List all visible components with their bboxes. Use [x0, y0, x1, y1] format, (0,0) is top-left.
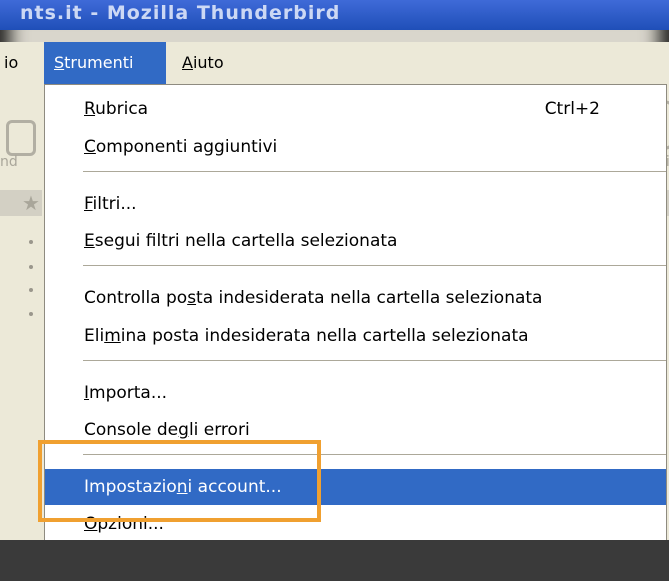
- menu-item-esegui-filtri[interactable]: Esegui filtri nella cartella selezionata: [45, 226, 666, 256]
- label-part: Eli: [84, 326, 105, 346]
- send-icon: [6, 120, 36, 156]
- menu-strumenti-label: Strumenti: [54, 53, 133, 72]
- label-part: Controlla po: [84, 288, 188, 308]
- menu-strumenti[interactable]: Strumenti: [44, 42, 166, 84]
- menu-partial-item[interactable]: io: [0, 42, 18, 84]
- label-accel: s: [187, 288, 197, 308]
- label-accel: O: [84, 514, 98, 534]
- menu-separator: [83, 171, 666, 173]
- label-part: li errori: [188, 420, 250, 440]
- toolbar-label-partial: nd: [0, 154, 18, 170]
- menu-item-importa[interactable]: Importa...: [45, 378, 666, 408]
- label-accel: g: [178, 420, 189, 440]
- menu-aiuto-label: Aiuto: [182, 53, 224, 72]
- label-part: iuto: [192, 53, 224, 72]
- label-part: ina posta indesiderata nella cartella se…: [120, 326, 529, 346]
- menu-aiuto[interactable]: Aiuto: [172, 42, 234, 84]
- menu-item-controlla-posta-indesiderata[interactable]: Controlla posta indesiderata nella carte…: [45, 283, 666, 313]
- menu-item-opzioni[interactable]: Opzioni...: [45, 509, 666, 539]
- label-accel: R: [84, 99, 96, 119]
- menu-bar: io Strumenti Aiuto: [0, 42, 669, 84]
- label-part: ta indesiderata nella cartella seleziona…: [196, 288, 543, 308]
- label-accel: E: [84, 231, 95, 251]
- label-part: Console de: [84, 420, 179, 440]
- row-dot-icon: [29, 312, 33, 316]
- label-part: Impostazio: [84, 477, 177, 497]
- label-part: i account...: [187, 477, 282, 497]
- label-accel: A: [182, 53, 193, 72]
- menu-partial-label: io: [4, 53, 19, 72]
- shortcut-label: Ctrl+2: [544, 99, 600, 119]
- label-part: ubrica: [95, 99, 149, 119]
- label-accel: n: [176, 477, 188, 497]
- menu-separator: [83, 360, 666, 362]
- label-accel: m: [104, 326, 121, 346]
- label-part: pzioni...: [97, 514, 164, 534]
- label-part: trumenti: [64, 53, 134, 72]
- title-bar: nts.it - Mozilla Thunderbird: [0, 0, 669, 30]
- menu-item-rubrica[interactable]: Rubrica Ctrl+2: [45, 94, 666, 124]
- toolbar-partial-left: nd: [0, 106, 42, 176]
- row-dot-icon: [29, 288, 33, 292]
- menu-item-impostazioni-account[interactable]: Impostazioni account...: [45, 469, 666, 505]
- menu-item-elimina-posta-indesiderata[interactable]: Elimina posta indesiderata nella cartell…: [45, 321, 666, 351]
- label-part: segui filtri nella cartella selezionata: [94, 231, 398, 251]
- window-title: nts.it - Mozilla Thunderbird: [20, 2, 341, 24]
- bottom-shadow-edge: [0, 540, 669, 581]
- menu-separator: [83, 454, 666, 456]
- label-part: omponenti aggiuntivi: [95, 137, 278, 157]
- row-dot-icon: [29, 265, 33, 269]
- menu-item-console-errori[interactable]: Console degli errori: [45, 415, 666, 445]
- strumenti-dropdown-menu: Rubrica Ctrl+2 Componenti aggiuntivi Fil…: [44, 84, 667, 554]
- label-accel: S: [54, 53, 65, 72]
- menu-separator: [83, 265, 666, 267]
- menu-item-filtri[interactable]: Filtri...: [45, 189, 666, 219]
- star-icon: ★: [22, 191, 40, 215]
- label-part: mporta...: [89, 383, 168, 403]
- label-accel: F: [84, 194, 93, 214]
- label-accel: C: [84, 137, 96, 157]
- row-dot-icon: [29, 240, 33, 244]
- menu-item-componenti-aggiuntivi[interactable]: Componenti aggiuntivi: [45, 132, 666, 162]
- label-part: iltri...: [92, 194, 137, 214]
- screenshot-frame: nts.it - Mozilla Thunderbird nd ★ esi io…: [0, 0, 669, 581]
